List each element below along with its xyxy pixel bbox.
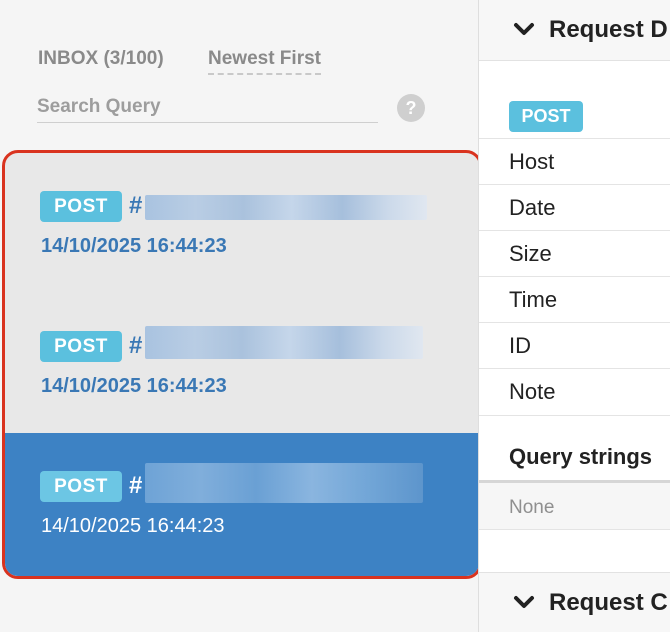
request-content-header[interactable]: Request C (479, 572, 670, 632)
method-badge: POST (40, 331, 122, 362)
request-hash: # (129, 472, 143, 499)
section-title: Request C (549, 589, 668, 616)
field-size: Size (479, 230, 670, 277)
field-label: Date (509, 195, 556, 220)
request-item-selected[interactable]: POST # 14/10/2025 16:44:23 (5, 433, 479, 576)
chevron-down-icon (514, 596, 534, 608)
inbox-count: INBOX (3/100) (38, 48, 164, 70)
field-id: ID (479, 322, 670, 369)
inbox-label: INBOX (3/100) (38, 48, 164, 69)
method-badge: POST (509, 101, 583, 132)
help-icon[interactable]: ? (397, 94, 425, 122)
section-title: Request D (549, 16, 668, 43)
sort-order-toggle[interactable]: Newest First (208, 48, 321, 75)
field-label: Note (509, 379, 556, 404)
request-timestamp: 14/10/2025 16:44:23 (41, 515, 225, 537)
field-label: Host (509, 149, 555, 174)
request-item[interactable]: POST # 14/10/2025 16:44:23 (5, 153, 479, 293)
redacted-request-id (145, 326, 423, 359)
field-note: Note (479, 368, 670, 416)
request-timestamp: 14/10/2025 16:44:23 (41, 375, 227, 397)
request-details-panel: Request D POST Host Date Size Time ID No… (478, 0, 670, 632)
request-timestamp: 14/10/2025 16:44:23 (41, 235, 227, 257)
field-time: Time (479, 276, 670, 323)
field-label: ID (509, 333, 531, 358)
method-badge: POST (40, 191, 122, 222)
inbox-panel: INBOX (3/100) Newest First ? POST # 14/1… (0, 0, 482, 632)
field-host: Host (479, 138, 670, 185)
query-strings-value: None (479, 483, 670, 530)
request-hash: # (129, 192, 143, 219)
redacted-request-id (145, 463, 423, 503)
field-label: Size (509, 241, 552, 266)
request-hash: # (129, 332, 143, 359)
redacted-request-id (145, 195, 427, 220)
chevron-down-icon (514, 23, 534, 35)
request-details-header[interactable]: Request D (479, 0, 670, 61)
search-input[interactable] (37, 92, 378, 123)
query-strings-none: None (509, 497, 555, 518)
query-strings-title: Query strings (509, 444, 653, 469)
field-label: Time (509, 287, 558, 312)
request-list: POST # 14/10/2025 16:44:23 POST # 14/10/… (2, 150, 482, 579)
method-badge: POST (40, 471, 122, 502)
request-item[interactable]: POST # 14/10/2025 16:44:23 (5, 293, 479, 433)
field-date: Date (479, 184, 670, 231)
